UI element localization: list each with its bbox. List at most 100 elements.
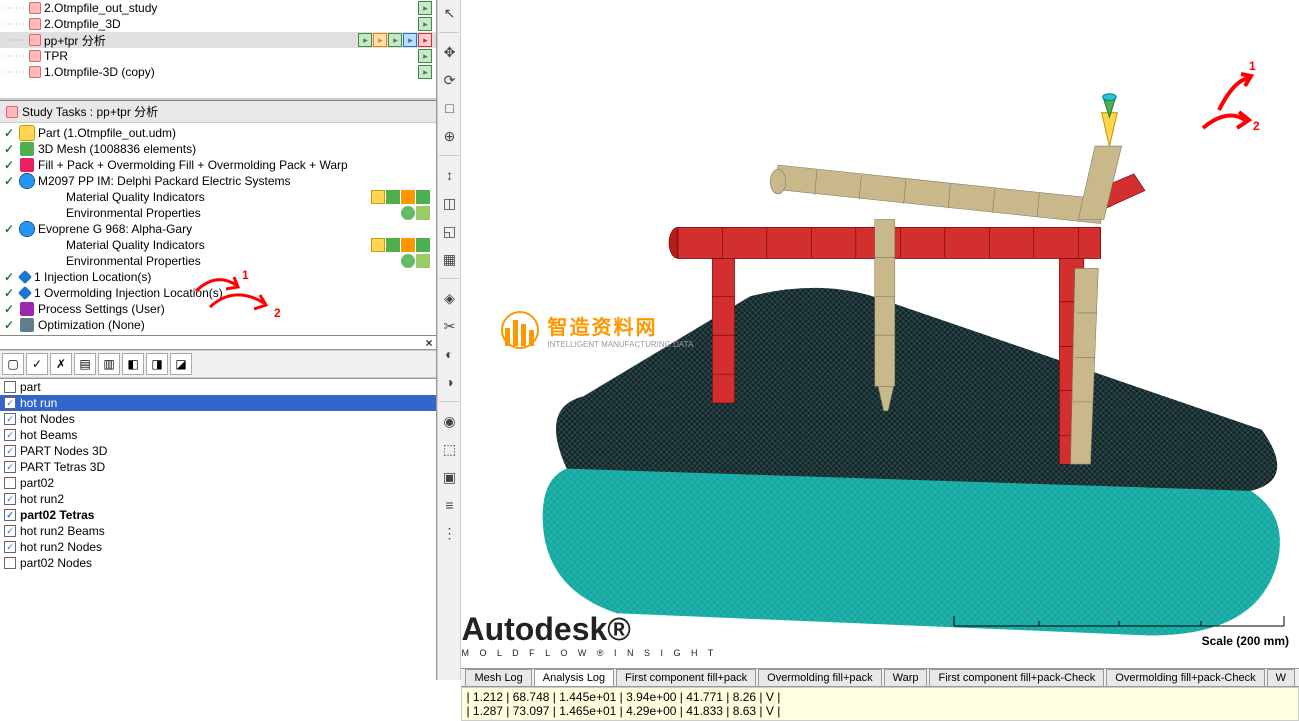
log-tab[interactable]: First component fill+pack-Check: [929, 669, 1104, 686]
layer-checkbox[interactable]: [4, 461, 16, 473]
view-tool-button[interactable]: ⬚: [438, 438, 460, 460]
view-tool-button[interactable]: ◱: [438, 220, 460, 242]
project-tree-item[interactable]: ⋯⋯ 2.Otmpfile_out_study ▸: [0, 0, 436, 16]
log-body[interactable]: | 1.212 | 68.748 | 1.445e+01 | 3.94e+00 …: [461, 687, 1299, 721]
layer-row[interactable]: part: [0, 379, 436, 395]
view-tool-button[interactable]: □: [438, 97, 460, 119]
project-tree-item[interactable]: ⋯⋯ pp+tpr 分析 ▸▸▸▸▸: [0, 32, 436, 48]
study-task-row[interactable]: ✓ Part (1.Otmpfile_out.udm): [2, 125, 434, 141]
task-icon: [20, 174, 34, 188]
view-tool-button[interactable]: ⋮: [438, 522, 460, 544]
layer-checkbox[interactable]: [4, 381, 16, 393]
layer-row[interactable]: hot Beams: [0, 427, 436, 443]
log-tab[interactable]: W: [1267, 669, 1295, 686]
task-label: Part (1.Otmpfile_out.udm): [38, 126, 176, 140]
layer-toolbar-button[interactable]: ◧: [122, 353, 144, 375]
layer-row[interactable]: part02 Tetras: [0, 507, 436, 523]
view-tool-button[interactable]: ◫: [438, 192, 460, 214]
view-tool-button[interactable]: ◑: [438, 371, 460, 393]
view-tool-button[interactable]: ◐: [438, 343, 460, 365]
layer-row[interactable]: hot run: [0, 395, 436, 411]
log-line: | 1.212 | 68.748 | 1.445e+01 | 3.94e+00 …: [466, 690, 1294, 704]
view-tool-button[interactable]: ◉: [438, 410, 460, 432]
layer-checkbox[interactable]: [4, 493, 16, 505]
layer-checkbox[interactable]: [4, 525, 16, 537]
study-task-row[interactable]: Environmental Properties: [2, 253, 434, 269]
layer-toolbar-button[interactable]: ◪: [170, 353, 192, 375]
study-task-row[interactable]: Environmental Properties: [2, 205, 434, 221]
view-tool-button[interactable]: ≡: [438, 494, 460, 516]
layer-row[interactable]: PART Tetras 3D: [0, 459, 436, 475]
layer-checkbox[interactable]: [4, 477, 16, 489]
project-tree-item[interactable]: ⋯⋯ TPR ▸: [0, 48, 436, 64]
study-task-row[interactable]: ✓ 1 Injection Location(s): [2, 269, 434, 285]
log-tab[interactable]: Warp: [884, 669, 928, 686]
layer-toolbar-button[interactable]: ◨: [146, 353, 168, 375]
view-tool-button[interactable]: ⊕: [438, 125, 460, 147]
study-task-row[interactable]: ✓ Fill + Pack + Overmolding Fill + Overm…: [2, 157, 434, 173]
view-tool-button[interactable]: ↖: [438, 2, 460, 24]
tree-item-label: pp+tpr 分析: [44, 32, 106, 49]
view-tool-button[interactable]: ▦: [438, 248, 460, 270]
layer-panel-close-row: ×: [0, 336, 436, 350]
study-task-row[interactable]: ✓ Optimization (None): [2, 317, 434, 333]
layer-row[interactable]: PART Nodes 3D: [0, 443, 436, 459]
study-task-row[interactable]: ✓ 1 Overmolding Injection Location(s): [2, 285, 434, 301]
layer-toolbar-button[interactable]: ▥: [98, 353, 120, 375]
study-tasks-body[interactable]: 1 2 ✓ Part (1.Otmpfile_out.udm)✓ 3D Mesh…: [0, 123, 436, 335]
layer-checkbox[interactable]: [4, 541, 16, 553]
layer-checkbox[interactable]: [4, 397, 16, 409]
study-task-row[interactable]: Material Quality Indicators: [2, 189, 434, 205]
check-icon: ✓: [4, 302, 16, 316]
log-tab[interactable]: Mesh Log: [465, 669, 531, 686]
layer-row[interactable]: hot run2: [0, 491, 436, 507]
status-badge-icon: ▸: [418, 17, 432, 31]
injection-location-icon: [1102, 94, 1118, 146]
study-task-row[interactable]: Material Quality Indicators: [2, 237, 434, 253]
view-tool-button[interactable]: ⟳: [438, 69, 460, 91]
view-tool-button[interactable]: ✥: [438, 41, 460, 63]
layer-list[interactable]: part hot run hot Nodes hot Beams PART No…: [0, 378, 436, 680]
status-badges: ▸: [418, 17, 436, 31]
tree-connector-icon: ⋯⋯: [4, 3, 26, 14]
layer-toolbar-button[interactable]: ▢: [2, 353, 24, 375]
close-icon[interactable]: ×: [425, 336, 432, 350]
layer-label: PART Tetras 3D: [20, 460, 105, 474]
view-tool-button[interactable]: ✂: [438, 315, 460, 337]
layer-checkbox[interactable]: [4, 413, 16, 425]
document-icon: [29, 34, 41, 46]
layer-row[interactable]: hot run2 Nodes: [0, 539, 436, 555]
viewport-3d[interactable]: 智造资料网 INTELLIGENT MANUFACTURING DATA: [461, 0, 1299, 668]
study-task-row[interactable]: ✓ 3D Mesh (1008836 elements): [2, 141, 434, 157]
layer-checkbox[interactable]: [4, 429, 16, 441]
log-tabs: Mesh LogAnalysis LogFirst component fill…: [461, 669, 1299, 687]
layer-toolbar-button[interactable]: ▤: [74, 353, 96, 375]
log-tab[interactable]: Overmolding fill+pack: [758, 669, 881, 686]
layer-label: hot Nodes: [20, 412, 75, 426]
layer-row[interactable]: part02: [0, 475, 436, 491]
log-tab[interactable]: Analysis Log: [534, 669, 614, 686]
project-tree[interactable]: ⋯⋯ 2.Otmpfile_out_study ▸ ⋯⋯ 2.Otmpfile_…: [0, 0, 436, 100]
watermark-icon: [501, 310, 541, 350]
layer-toolbar-button[interactable]: ✓: [26, 353, 48, 375]
autodesk-brand: Autodesk® M O L D F L O W ® I N S I G H …: [461, 611, 717, 658]
log-tab[interactable]: First component fill+pack: [616, 669, 756, 686]
layer-row[interactable]: hot Nodes: [0, 411, 436, 427]
task-label: Environmental Properties: [66, 254, 201, 268]
layer-row[interactable]: part02 Nodes: [0, 555, 436, 571]
view-tool-button[interactable]: ↕: [438, 164, 460, 186]
layer-row[interactable]: hot run2 Beams: [0, 523, 436, 539]
project-tree-item[interactable]: ⋯⋯ 2.Otmpfile_3D ▸: [0, 16, 436, 32]
layer-checkbox[interactable]: [4, 445, 16, 457]
log-tab[interactable]: Overmolding fill+pack-Check: [1106, 669, 1264, 686]
study-task-row[interactable]: ✓ M2097 PP IM: Delphi Packard Electric S…: [2, 173, 434, 189]
layer-checkbox[interactable]: [4, 509, 16, 521]
study-icon: [6, 106, 18, 118]
view-tool-button[interactable]: ▣: [438, 466, 460, 488]
view-tool-button[interactable]: ◈: [438, 287, 460, 309]
study-task-row[interactable]: ✓ Process Settings (User): [2, 301, 434, 317]
project-tree-item[interactable]: ⋯⋯ 1.Otmpfile-3D (copy) ▸: [0, 64, 436, 80]
layer-checkbox[interactable]: [4, 557, 16, 569]
study-task-row[interactable]: ✓ Evoprene G 968: Alpha-Gary: [2, 221, 434, 237]
layer-toolbar-button[interactable]: ✗: [50, 353, 72, 375]
